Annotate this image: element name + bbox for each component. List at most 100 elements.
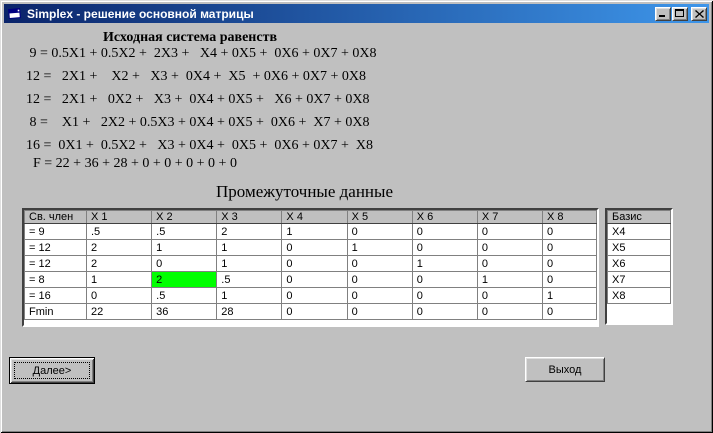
cell: 0	[346, 303, 413, 320]
cell: 1	[542, 287, 597, 304]
row-label: = 12	[24, 255, 87, 272]
equation-line-1: 9 = 0.5X1 + 0.5X2 + 2X3 + X4 + 0X5 + 0X6…	[26, 46, 377, 61]
exit-button-label: Выход	[548, 363, 582, 376]
row-label: = 9	[24, 223, 87, 240]
cell: 0	[281, 287, 348, 304]
matrix-table-body: = 9.5.5 2 1 0 0 0 0 = 12 2 1 1 0 1 0 0 0 = 12 2 0 1 0 0 1 0 0 = 8…	[24, 223, 597, 320]
column-header: X 4	[281, 210, 348, 224]
cell: 0	[281, 239, 348, 256]
row-label: = 8	[24, 271, 87, 288]
basis-table: Базис X4 X5 X6 X7 X8	[605, 208, 673, 325]
basis-row: X7	[607, 271, 671, 288]
next-button-label: Далее>	[14, 362, 90, 379]
cell: 2	[85, 239, 153, 256]
cell: 0	[542, 239, 597, 256]
cell: 0	[542, 303, 597, 320]
basis-row: X8	[607, 287, 671, 304]
window-title: Simplex - решение основной матрицы	[27, 6, 254, 21]
equation-line-6: F = 22 + 36 + 28 + 0 + 0 + 0 + 0 + 0	[26, 156, 237, 171]
column-header: X 2	[151, 210, 218, 224]
table-row: = 8 1 2.5 0 0 0 1 0	[24, 271, 597, 288]
table-row: Fmin 22 36 28 0 0 0 0 0	[24, 303, 597, 320]
table-row: = 12 2 1 1 0 1 0 0 0	[24, 239, 597, 256]
basis-header: Базис	[607, 210, 671, 224]
cell: 2	[216, 223, 283, 240]
cell: 0	[476, 287, 544, 304]
table-row: = 9.5.5 2 1 0 0 0 0	[24, 223, 597, 240]
cell: 0	[542, 255, 597, 272]
cell: 0	[476, 303, 544, 320]
column-header: X 1	[85, 210, 153, 224]
cell: 1	[216, 287, 283, 304]
cell: 0	[411, 303, 478, 320]
minimize-icon	[659, 15, 665, 17]
cell: 0	[346, 255, 413, 272]
basis-row: X5	[607, 239, 671, 256]
equation-line-2: 12 = 2X1 + X2 + X3 + 0X4 + X5 + 0X6 + 0X…	[26, 69, 367, 84]
cell: 1	[216, 239, 283, 256]
caption-buttons	[655, 6, 707, 21]
cell: 0	[411, 223, 478, 240]
exit-button[interactable]: Выход	[525, 357, 605, 382]
cell: 2	[85, 255, 153, 272]
cell: 0	[281, 271, 348, 288]
cell: 1	[281, 223, 348, 240]
row-label: = 12	[24, 239, 87, 256]
cell: 0	[476, 239, 544, 256]
row-label: Fmin	[24, 303, 87, 320]
cell: .5	[151, 223, 218, 240]
heading-intermediate-data: Промежуточные данные	[216, 182, 393, 201]
equation-line-4: 8 = X1 + 2X2 + 0.5X3 + 0X4 + 0X5 + 0X6 +…	[26, 115, 370, 130]
column-header: X 7	[476, 210, 544, 224]
cell: 0	[281, 303, 348, 320]
cell: 1	[346, 239, 413, 256]
window: Simplex - решение основной матрицы Исход…	[0, 0, 713, 433]
basis-body: X4 X5 X6 X7 X8	[607, 223, 671, 304]
column-header: X 6	[411, 210, 478, 224]
cell: 1	[216, 255, 283, 272]
maximize-button[interactable]	[672, 6, 688, 21]
cell: 1	[411, 255, 478, 272]
row-label: = 16	[24, 287, 87, 304]
close-button[interactable]	[691, 6, 707, 21]
cell: 0	[411, 271, 478, 288]
cell: 0	[476, 255, 544, 272]
cell: .5	[151, 287, 218, 304]
cell: 0	[346, 223, 413, 240]
cell: 1	[151, 239, 218, 256]
cell: 0	[281, 255, 348, 272]
cell: 22	[85, 303, 153, 320]
basis-item: X5	[607, 239, 671, 256]
close-icon	[694, 9, 704, 18]
cell: 0	[346, 287, 413, 304]
cell: 0	[85, 287, 153, 304]
table-row: = 12 2 0 1 0 0 1 0 0	[24, 255, 597, 272]
column-header: X 8	[542, 210, 597, 224]
cell: 1	[85, 271, 153, 288]
maximize-icon	[675, 9, 684, 17]
table-row: = 16 0.5 1 0 0 0 0 1	[24, 287, 597, 304]
column-header: X 5	[346, 210, 413, 224]
basis-item: X4	[607, 223, 671, 240]
basis-item: X7	[607, 271, 671, 288]
cell: 36	[151, 303, 218, 320]
next-button[interactable]: Далее>	[9, 357, 95, 384]
heading-initial-system: Исходная система равенств	[103, 30, 278, 45]
cell: 28	[216, 303, 283, 320]
column-header: X 3	[216, 210, 283, 224]
cell: 0	[346, 271, 413, 288]
matrix-header-row: Св. член X 1X 2X 3X 4X 5X 6X 7X 8	[24, 210, 597, 224]
cell: .5	[85, 223, 153, 240]
minimize-button[interactable]	[655, 6, 671, 21]
pivot-cell: 2	[151, 271, 218, 288]
cell: 0	[542, 271, 597, 288]
basis-row: X6	[607, 255, 671, 272]
equation-line-3: 12 = 2X1 + 0X2 + X3 + 0X4 + 0X5 + X6 + 0…	[26, 92, 370, 107]
app-icon	[7, 6, 23, 22]
cell: 1	[476, 271, 544, 288]
column-header: Св. член	[24, 210, 87, 224]
basis-item: X6	[607, 255, 671, 272]
equation-line-5: 16 = 0X1 + 0.5X2 + X3 + 0X4 + 0X5 + 0X6 …	[26, 138, 374, 153]
cell: 0	[476, 223, 544, 240]
matrix-table: Св. член X 1X 2X 3X 4X 5X 6X 7X 8 = 9.5.5…	[22, 208, 599, 327]
